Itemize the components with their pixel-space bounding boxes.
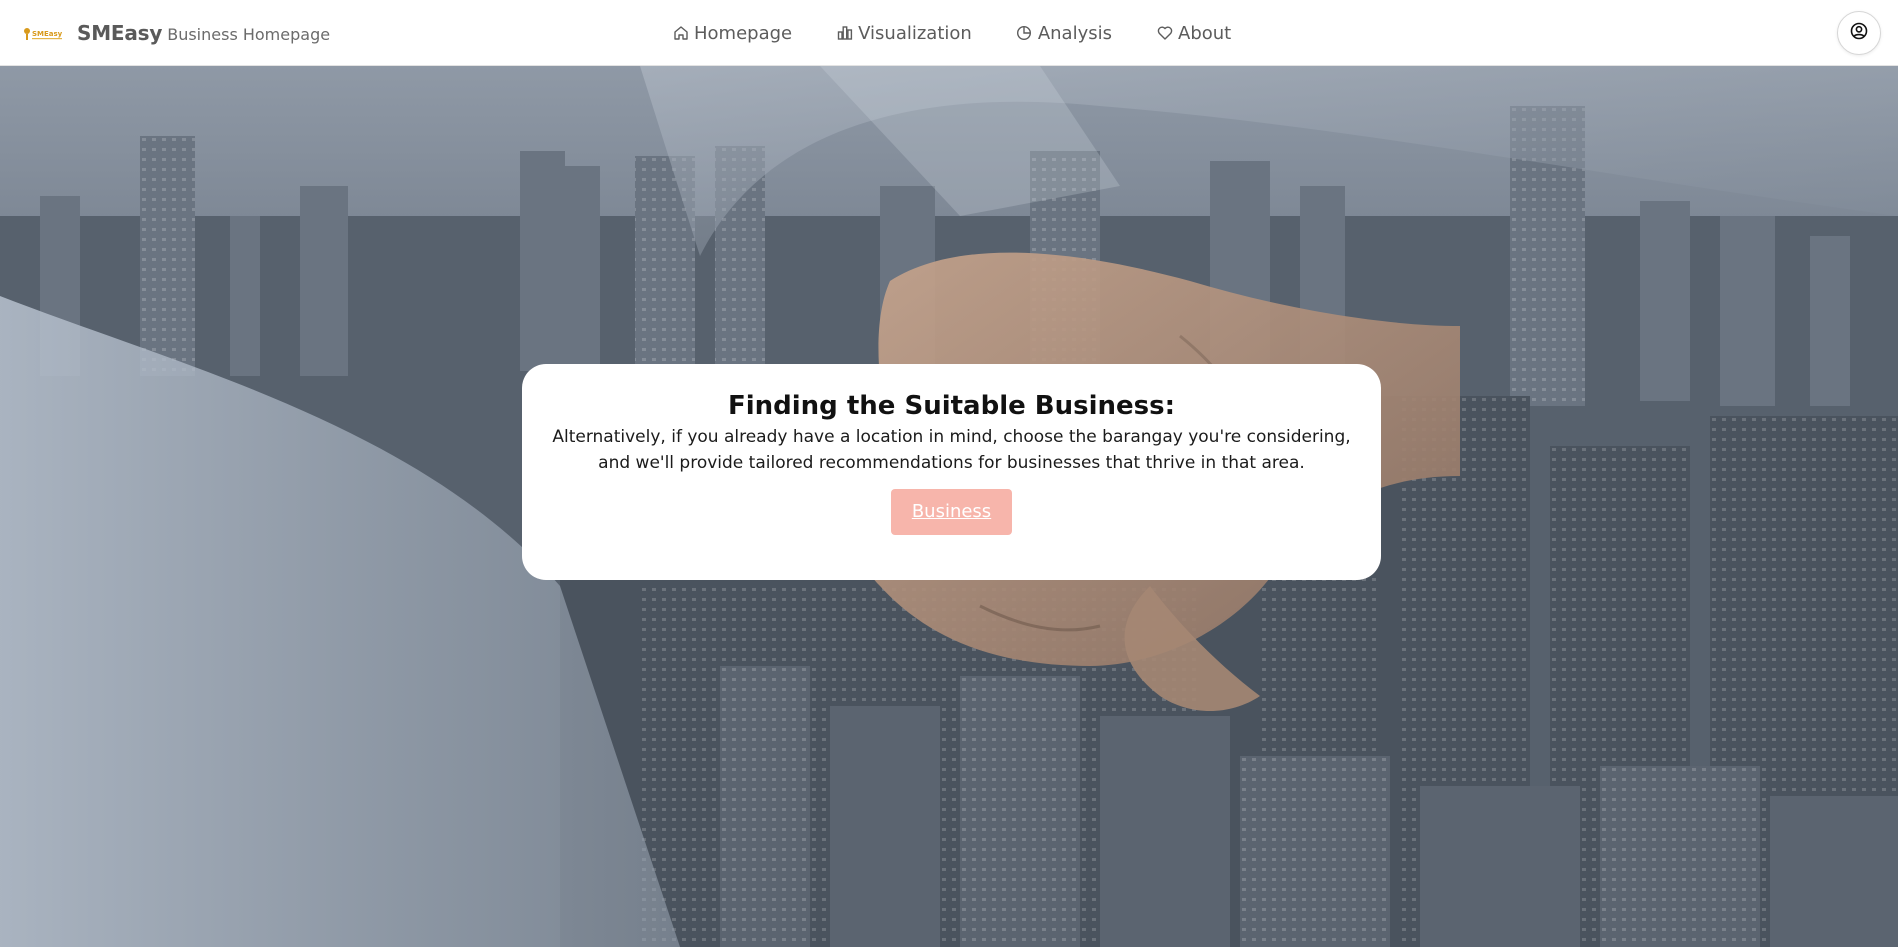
main-nav: Homepage Visualization Analysis About [672,18,1231,48]
hero-section: Finding the Suitable Business: Alternati… [0,66,1898,947]
card-description: Alternatively, if you already have a loc… [532,424,1372,476]
card-description-line-1: Alternatively, if you already have a loc… [552,427,1351,447]
nav-analysis-label: Analysis [1037,22,1112,44]
top-navbar: SMEasy SMEasy Business Homepage Homepage [0,0,1898,66]
nav-about-label: About [1178,22,1232,44]
brand-subtitle: Business Homepage [167,25,331,44]
heart-icon [1156,25,1173,42]
nav-about[interactable]: About [1156,23,1231,44]
card-description-line-2: and we'll provide tailored recommendatio… [598,453,1305,473]
brand-name: SMEasy [77,21,163,45]
finding-business-card: Finding the Suitable Business: Alternati… [522,364,1381,580]
nav-homepage-label: Homepage [694,22,793,44]
business-button[interactable]: Business [891,489,1012,535]
nav-analysis[interactable]: Analysis [1016,23,1112,44]
nav-visualization[interactable]: Visualization [836,23,972,44]
logo: SMEasy [23,21,65,45]
brand[interactable]: SMEasy SMEasy Business Homepage [23,18,330,48]
user-circle-icon [1850,22,1868,44]
card-title: Finding the Suitable Business: [727,391,1176,421]
logo-text: SMEasy [32,30,63,38]
bar-chart-icon [836,25,853,42]
nav-homepage[interactable]: Homepage [672,23,792,44]
pie-chart-icon [1016,25,1033,42]
nav-visualization-label: Visualization [858,22,972,44]
profile-button[interactable] [1837,11,1881,55]
home-icon [672,25,689,42]
